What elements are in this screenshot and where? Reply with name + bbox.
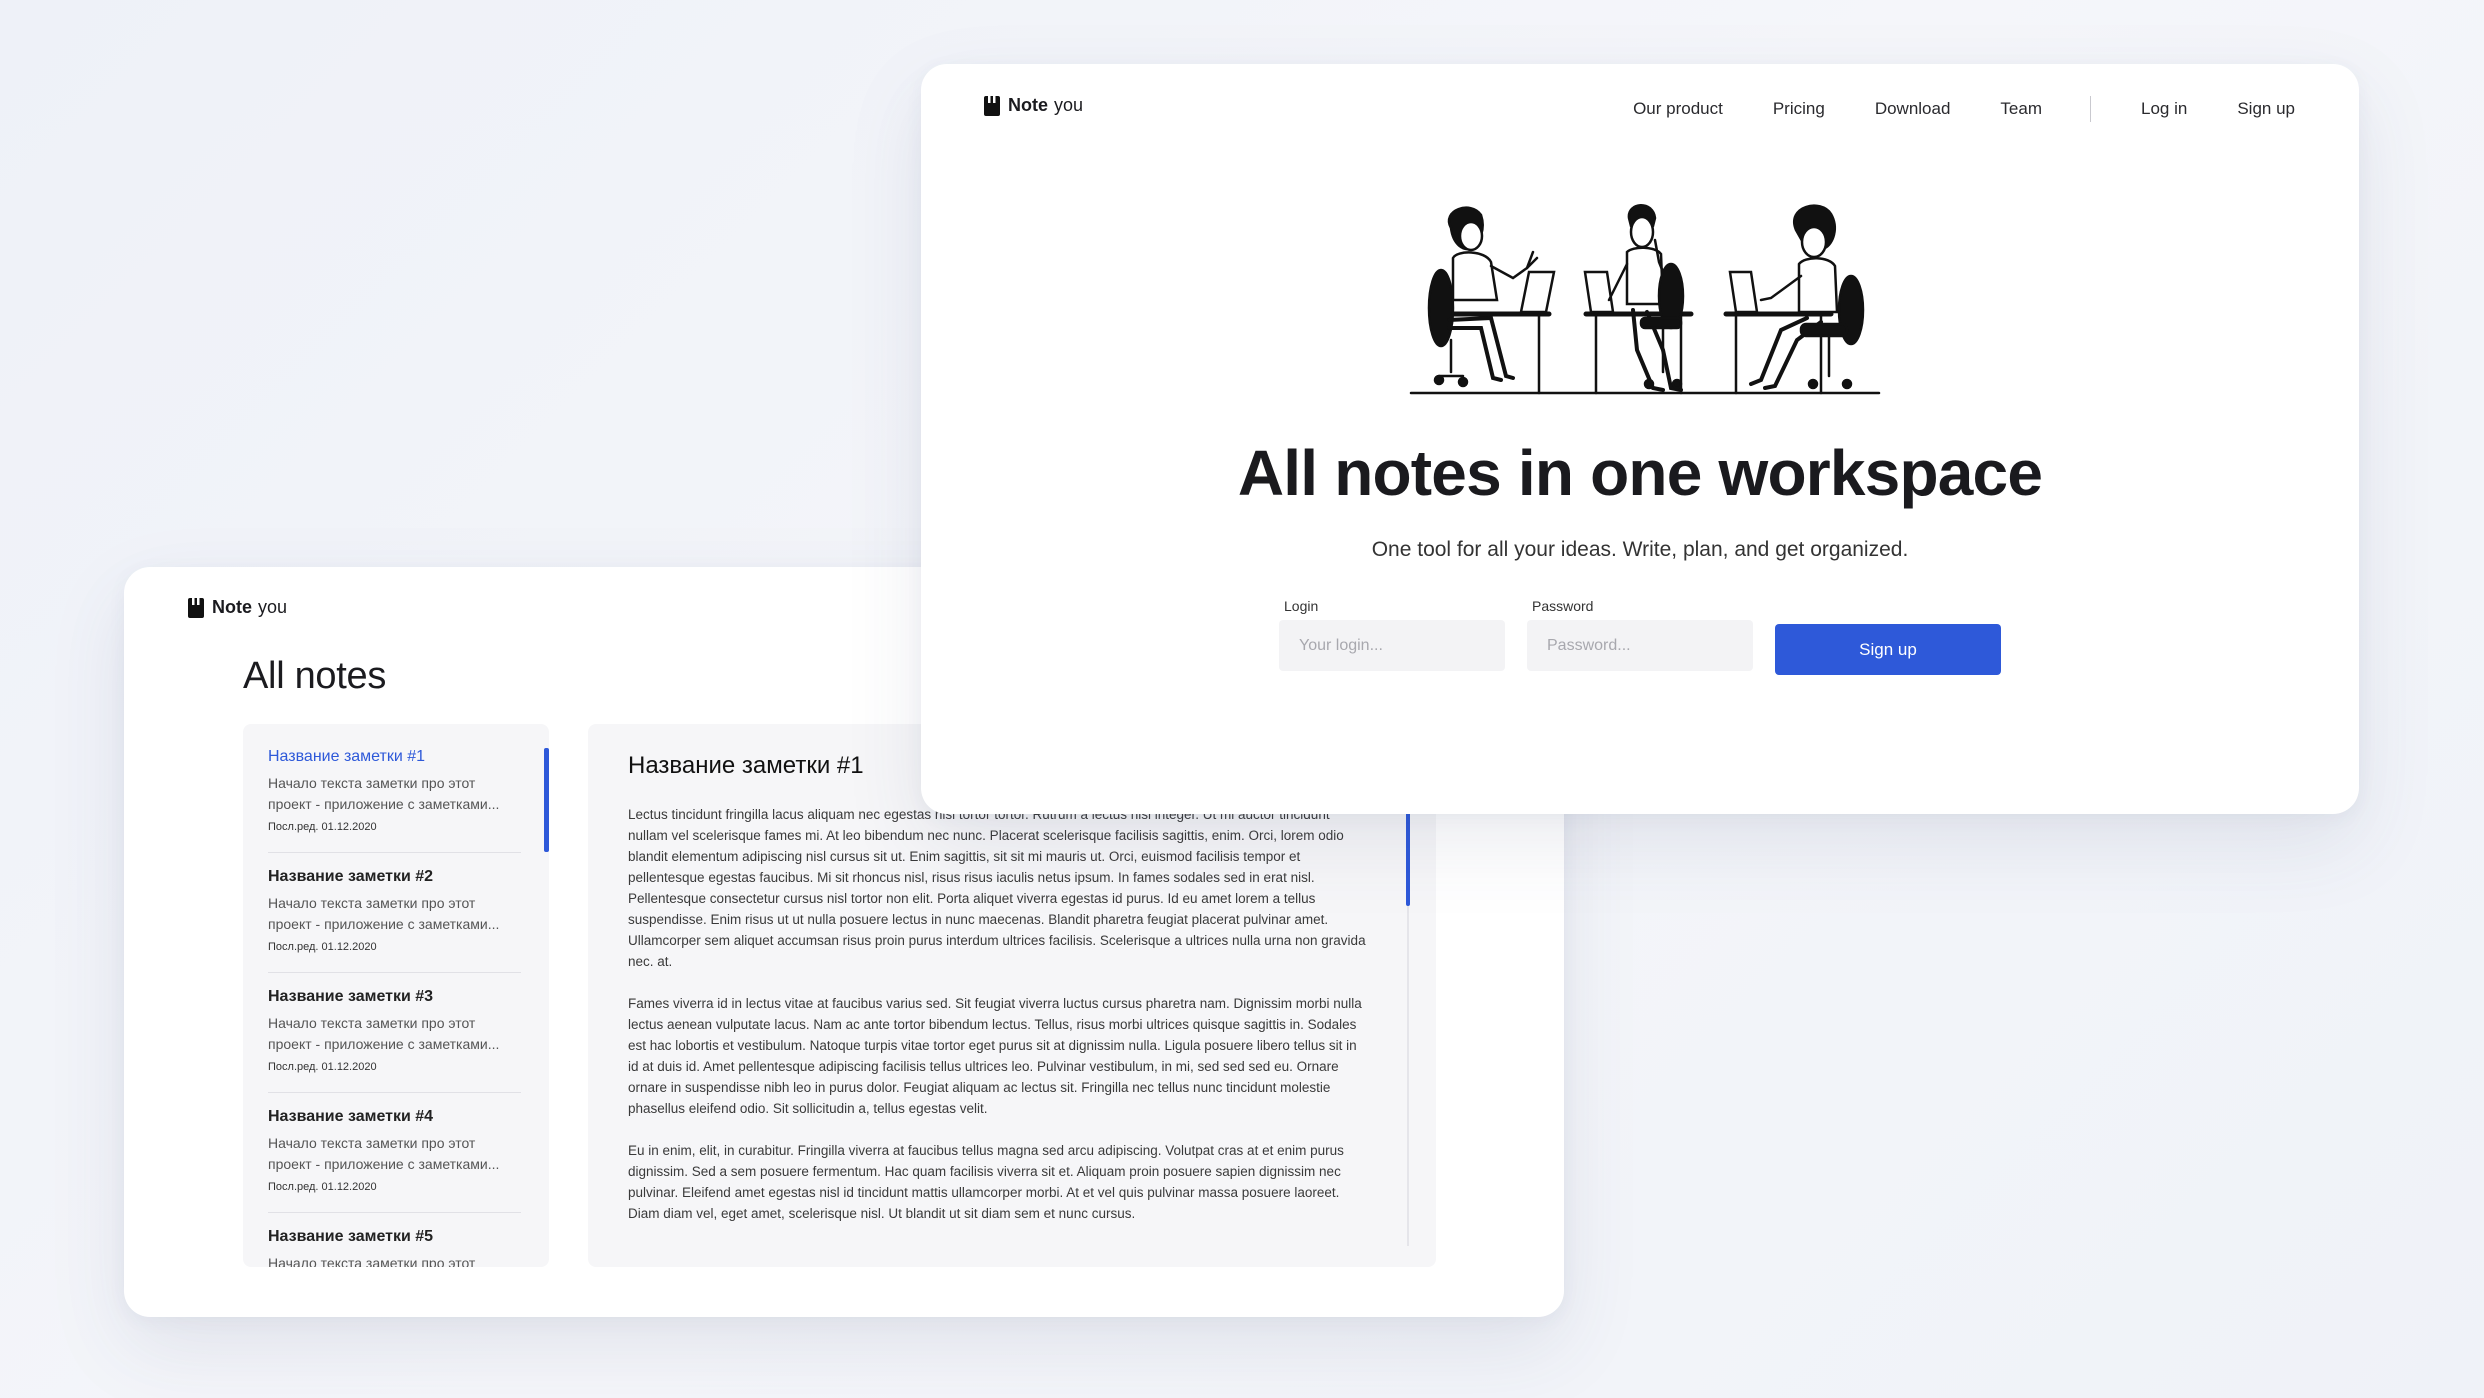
list-item[interactable]: Название заметки #1 Начало текста заметк… — [268, 748, 521, 833]
editor-paragraph: Lectus tincidunt fringilla lacus aliquam… — [628, 807, 1344, 885]
login-label: Login — [1284, 598, 1319, 614]
nav-divider — [2090, 96, 2091, 122]
notebook-icon — [188, 597, 204, 618]
divider — [268, 1212, 521, 1213]
editor-scroll-track — [1407, 906, 1409, 1246]
login-field-group: Login — [1279, 598, 1505, 671]
brand-name-bold: Note — [1008, 95, 1048, 115]
nav-sign-up[interactable]: Sign up — [2237, 99, 2295, 119]
landing-window: Note you Our product Pricing Download Te… — [921, 64, 2359, 814]
signup-button[interactable]: Sign up — [1775, 624, 2001, 675]
note-date: Посл.ред. 01.12.2020 — [268, 941, 377, 953]
hero-subtitle: One tool for all your ideas. Write, plan… — [1371, 538, 1909, 561]
person-right — [1749, 204, 1865, 390]
password-field-group: Password — [1527, 598, 1753, 671]
nav-our-product[interactable]: Our product — [1633, 99, 1723, 119]
hero-illustration — [1409, 204, 1881, 395]
note-preview: Начало текста заметки про этот — [268, 1135, 476, 1151]
list-item[interactable]: Название заметки #3 Начало текста заметк… — [268, 988, 521, 1073]
note-preview: проект - приложение с заметками... — [268, 916, 500, 932]
note-preview: Начало текста заметки про этот — [268, 1255, 476, 1267]
password-label: Password — [1532, 598, 1594, 614]
brand-name-bold: Note — [212, 597, 252, 617]
brand-logo[interactable]: Note you — [188, 597, 287, 618]
top-nav: Our product Pricing Download Team Log in… — [1633, 96, 2295, 122]
note-title: Название заметки #3 — [268, 988, 434, 1005]
divider — [268, 972, 521, 973]
note-title: Название заметки #5 — [268, 1228, 434, 1245]
editor-scrollbar[interactable] — [1406, 812, 1410, 906]
note-preview: проект - приложение с заметками... — [268, 1156, 500, 1172]
page-title: All notes — [243, 655, 387, 697]
note-preview: Начало текста заметки про этот — [268, 775, 476, 791]
editor-body[interactable]: Lectus tincidunt fringilla lacus aliquam… — [628, 804, 1368, 1245]
editor-title[interactable]: Название заметки #1 — [628, 752, 864, 780]
editor-paragraph: Pellentesque consectetur cursus nisl tor… — [628, 891, 1366, 969]
editor-paragraph: Eu in enim, elit, in curabitur. Fringill… — [628, 1143, 1344, 1221]
note-date: Посл.ред. 01.12.2020 — [268, 1061, 377, 1073]
note-preview: проект - приложение с заметками... — [268, 796, 500, 812]
note-preview: проект - приложение с заметками... — [268, 1036, 500, 1052]
brand-name-light: you — [1054, 95, 1084, 115]
login-input[interactable] — [1279, 620, 1505, 671]
note-preview: Начало текста заметки про этот — [268, 1015, 476, 1031]
hero-title: All notes in one workspace — [1237, 437, 2043, 509]
list-item[interactable]: Название заметки #4 Начало текста заметк… — [268, 1108, 521, 1193]
note-preview: Начало текста заметки про этот — [268, 895, 476, 911]
nav-pricing[interactable]: Pricing — [1773, 99, 1825, 119]
note-date: Посл.ред. 01.12.2020 — [268, 821, 377, 833]
nav-log-in[interactable]: Log in — [2141, 99, 2187, 119]
note-title: Название заметки #2 — [268, 868, 434, 885]
note-title: Название заметки #1 — [268, 748, 426, 765]
person-left — [1427, 206, 1539, 388]
list-item[interactable]: Название заметки #2 Начало текста заметк… — [268, 868, 521, 953]
password-input[interactable] — [1527, 620, 1753, 671]
editor-paragraph: Fames viverra id in lectus vitae at fauc… — [628, 996, 1362, 1116]
note-date: Посл.ред. 01.12.2020 — [268, 1181, 377, 1193]
nav-team[interactable]: Team — [2000, 99, 2042, 119]
divider — [268, 852, 521, 853]
divider — [268, 1092, 521, 1093]
brand-name-light: you — [258, 597, 288, 617]
note-title: Название заметки #4 — [268, 1108, 434, 1125]
list-scrollbar[interactable] — [544, 748, 549, 852]
person-middle — [1607, 204, 1685, 392]
brand-logo[interactable]: Note you — [984, 95, 1083, 116]
list-item[interactable]: Название заметки #5 Начало текста заметк… — [268, 1228, 521, 1267]
notebook-icon — [984, 95, 1000, 116]
nav-download[interactable]: Download — [1875, 99, 1951, 119]
notes-list: Название заметки #1 Начало текста заметк… — [243, 724, 549, 1267]
